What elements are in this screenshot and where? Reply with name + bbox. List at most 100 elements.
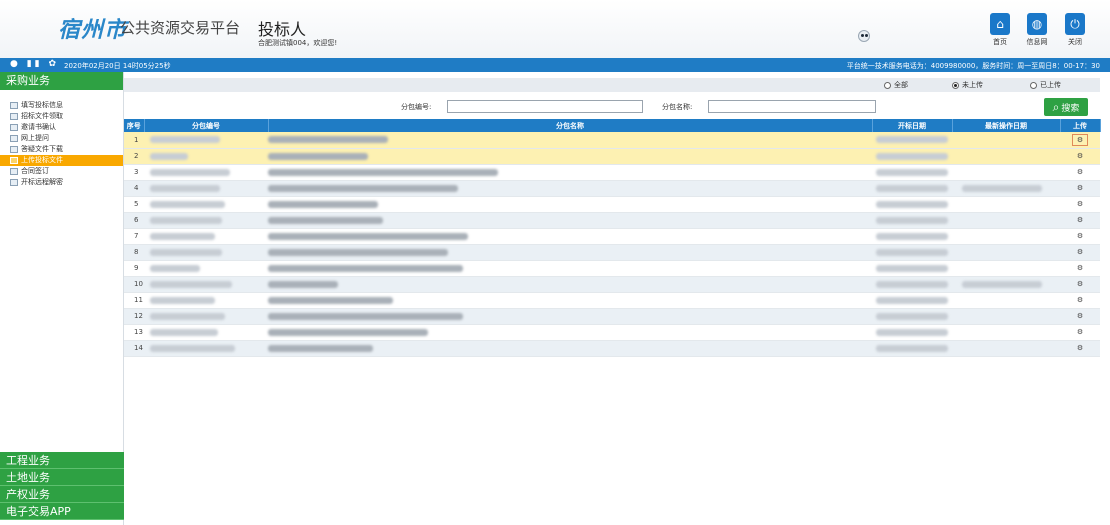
- package-number-input[interactable]: [447, 100, 643, 113]
- row-index: 8: [124, 244, 144, 261]
- gear-icon[interactable]: ⚙: [1077, 344, 1083, 352]
- gear-icon[interactable]: ⚙: [1077, 232, 1083, 240]
- row-upload-action[interactable]: ⚙: [1060, 228, 1100, 245]
- gear-icon[interactable]: ⚙: [1071, 133, 1089, 146]
- role-title: 投标人: [258, 20, 307, 39]
- row-open-date: [872, 276, 952, 293]
- row-open-date: [872, 324, 952, 341]
- redacted-text: [150, 312, 225, 320]
- sidebar-item-fill-bid-info[interactable]: 填写投标信息: [0, 100, 123, 111]
- row-open-date: [872, 244, 952, 261]
- gear-icon[interactable]: ⚙: [1077, 168, 1083, 176]
- gear-icon[interactable]: ⚙: [1077, 328, 1083, 336]
- table-row: 3 ⚙: [124, 164, 1100, 181]
- redacted-text: [268, 168, 498, 176]
- row-package-name: [268, 212, 872, 229]
- status-icons[interactable]: ● ▮▮ ✿: [10, 59, 59, 69]
- filter-all-radio[interactable]: 全部: [884, 80, 908, 90]
- doc-icon: [10, 113, 18, 120]
- gear-icon[interactable]: ⚙: [1077, 184, 1083, 192]
- row-index: 3: [124, 164, 144, 181]
- row-last-op-date: [952, 148, 1060, 165]
- package-name-input[interactable]: [708, 100, 876, 113]
- doc-icon: [10, 102, 18, 109]
- row-open-date: [872, 260, 952, 277]
- row-package-name: [268, 164, 872, 181]
- row-package-number: [144, 212, 268, 229]
- col-header-upload: 上传: [1060, 119, 1101, 132]
- gear-icon[interactable]: ⚙: [1077, 312, 1083, 320]
- home-button[interactable]: ⌂ 首页: [985, 13, 1015, 47]
- gear-icon[interactable]: ⚙: [1077, 248, 1083, 256]
- row-last-op-date: [952, 276, 1060, 293]
- row-package-name: [268, 228, 872, 245]
- sidebar-item-get-tender-file[interactable]: 招标文件领取: [0, 111, 123, 122]
- sidebar-section-app[interactable]: 电子交易APP: [0, 503, 124, 520]
- redacted-text: [268, 264, 463, 272]
- row-upload-action[interactable]: ⚙: [1060, 308, 1100, 325]
- row-last-op-date: [952, 292, 1060, 309]
- search-button[interactable]: ⌕ 搜索: [1044, 98, 1088, 116]
- row-package-number: [144, 260, 268, 277]
- sidebar-item-upload-bid-file[interactable]: 上传投标文件: [0, 155, 123, 166]
- sidebar-section-engineering[interactable]: 工程业务: [0, 452, 124, 469]
- row-index: 11: [124, 292, 144, 309]
- row-upload-action[interactable]: ⚙: [1060, 260, 1100, 277]
- doc-icon: [10, 135, 18, 142]
- sidebar-item-download-answers[interactable]: 答疑文件下载: [0, 144, 123, 155]
- row-upload-action[interactable]: ⚙: [1060, 196, 1100, 213]
- row-upload-action[interactable]: ⚙: [1060, 244, 1100, 261]
- redacted-text: [876, 280, 948, 288]
- table-row: 10 ⚙: [124, 276, 1100, 293]
- row-upload-action[interactable]: ⚙: [1060, 324, 1100, 341]
- sidebar-section-procurement[interactable]: 采购业务: [0, 72, 123, 90]
- col-header-index: 序号: [124, 119, 145, 132]
- info-net-button[interactable]: ◍ 信息网: [1022, 13, 1052, 47]
- row-upload-action[interactable]: ⚙: [1060, 132, 1100, 149]
- row-upload-action[interactable]: ⚙: [1060, 148, 1100, 165]
- row-index: 1: [124, 132, 144, 149]
- sidebar-item-confirm-invitation[interactable]: 邀请书确认: [0, 122, 123, 133]
- robot-assistant-icon[interactable]: [856, 24, 872, 46]
- row-last-op-date: [952, 308, 1060, 325]
- redacted-text: [268, 184, 458, 192]
- redacted-text: [876, 328, 948, 336]
- gear-icon[interactable]: ⚙: [1077, 264, 1083, 272]
- row-upload-action[interactable]: ⚙: [1060, 164, 1100, 181]
- redacted-text: [268, 232, 468, 240]
- row-upload-action[interactable]: ⚙: [1060, 276, 1100, 293]
- gear-icon[interactable]: ⚙: [1077, 280, 1083, 288]
- redacted-text: [150, 184, 220, 192]
- redacted-text: [268, 328, 428, 336]
- gear-icon[interactable]: ⚙: [1077, 152, 1083, 160]
- gear-icon[interactable]: ⚙: [1077, 216, 1083, 224]
- redacted-text: [876, 248, 948, 256]
- row-upload-action[interactable]: ⚙: [1060, 212, 1100, 229]
- sidebar-section-land[interactable]: 土地业务: [0, 469, 124, 486]
- row-package-name: [268, 180, 872, 197]
- close-button[interactable]: ⏻ 关闭: [1060, 13, 1090, 47]
- power-icon: ⏻: [1065, 13, 1085, 35]
- table-header-row: 序号 分包编号 分包名称 开标日期 最新操作日期 上传: [124, 119, 1101, 132]
- filter-uploaded-radio[interactable]: 已上传: [1030, 80, 1061, 90]
- gear-icon[interactable]: ⚙: [1077, 296, 1083, 304]
- status-bar: ● ▮▮ ✿ 2020年02月20日 14时05分25秒 平台统一技术服务电话为…: [0, 58, 1110, 72]
- redacted-text: [268, 200, 378, 208]
- sidebar-item-remote-decrypt[interactable]: 开标远程解密: [0, 177, 123, 188]
- row-upload-action[interactable]: ⚙: [1060, 180, 1100, 197]
- filter-not-uploaded-radio[interactable]: 未上传: [952, 80, 983, 90]
- sidebar-item-online-question[interactable]: 网上提问: [0, 133, 123, 144]
- redacted-text: [268, 248, 448, 256]
- sidebar-item-sign-contract[interactable]: 合同签订: [0, 166, 123, 177]
- welcome-text: 合肥测试镇004，欢迎您!: [258, 39, 338, 47]
- row-upload-action[interactable]: ⚙: [1060, 292, 1100, 309]
- row-last-op-date: [952, 212, 1060, 229]
- upload-status-filter: 全部 未上传 已上传: [124, 78, 1100, 92]
- row-package-number: [144, 324, 268, 341]
- sidebar-section-property[interactable]: 产权业务: [0, 486, 124, 503]
- row-upload-action[interactable]: ⚙: [1060, 340, 1100, 357]
- gear-icon[interactable]: ⚙: [1077, 200, 1083, 208]
- row-last-op-date: [952, 132, 1060, 149]
- search-icon: ⌕: [1052, 99, 1060, 114]
- home-icon: ⌂: [990, 13, 1010, 35]
